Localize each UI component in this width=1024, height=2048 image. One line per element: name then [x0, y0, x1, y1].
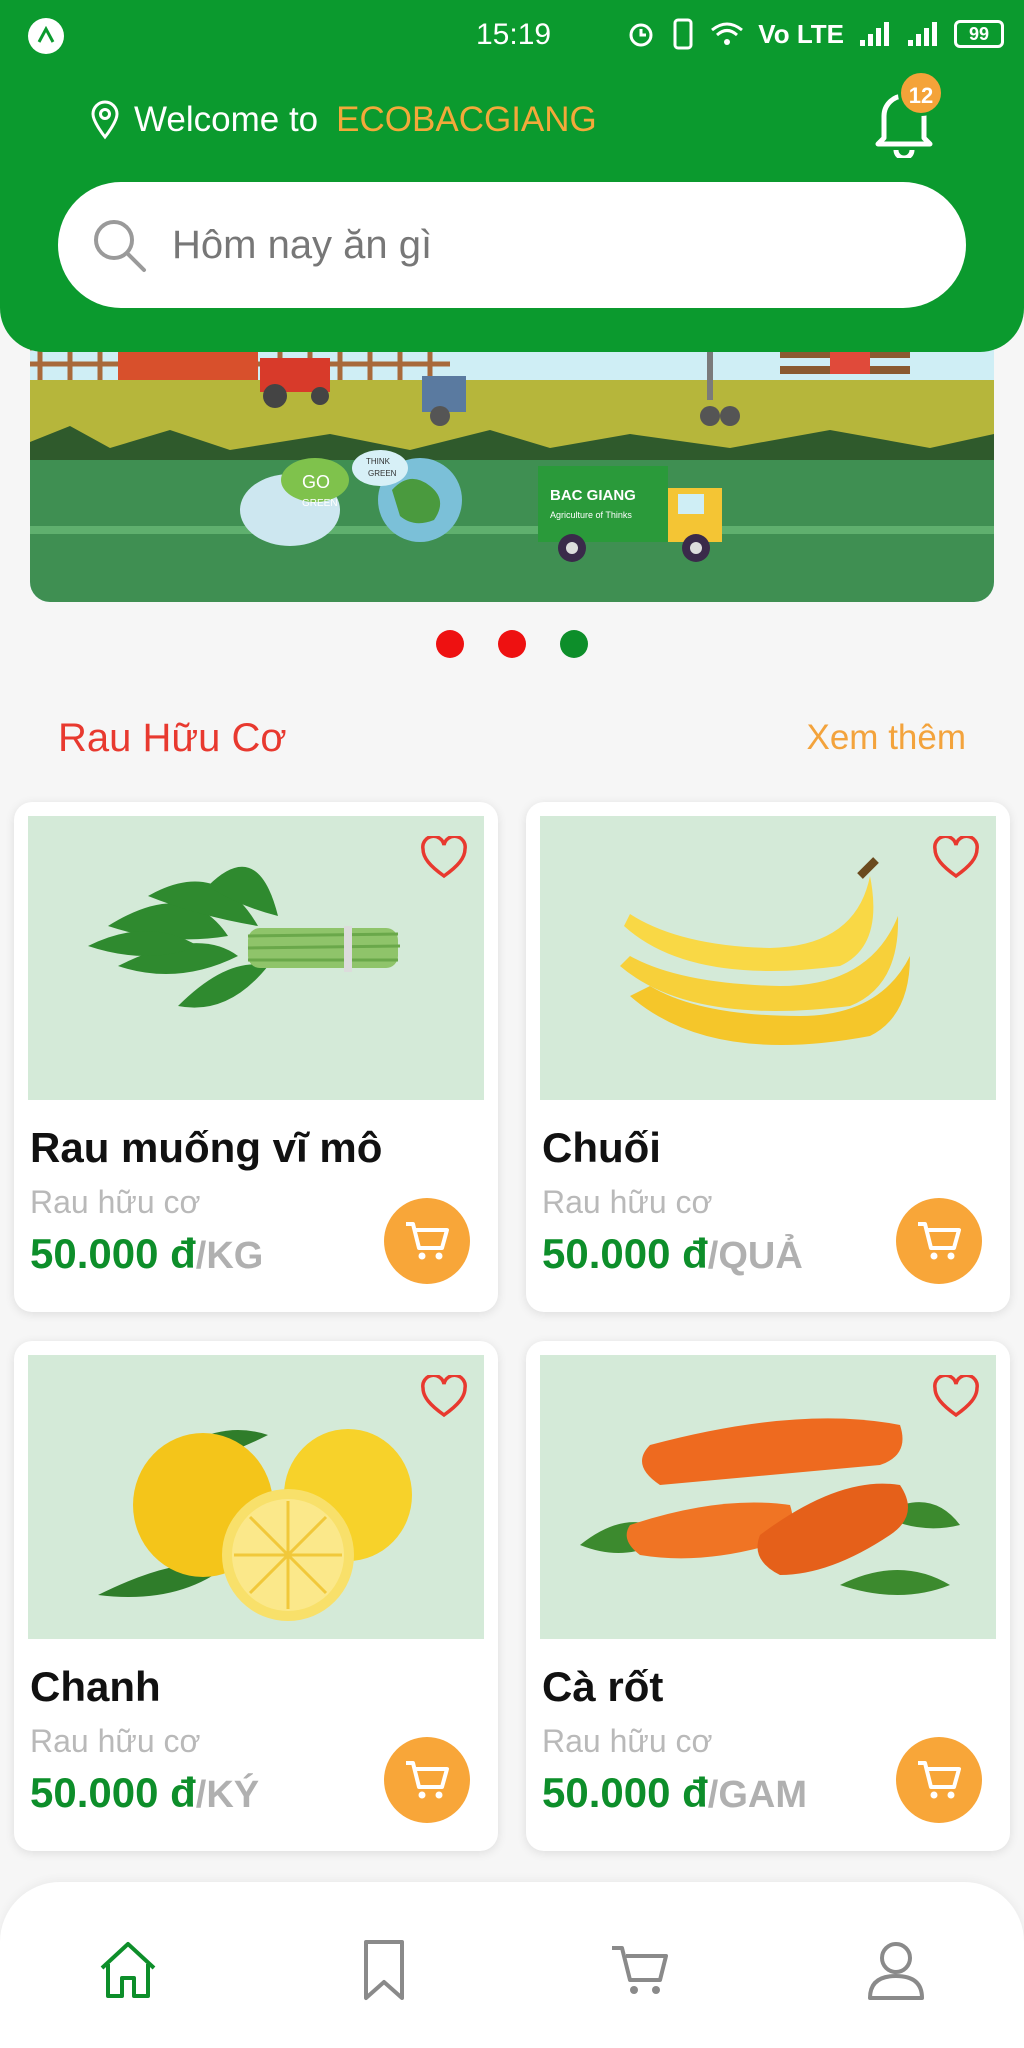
product-image-banana — [540, 816, 996, 1100]
heart-icon[interactable] — [932, 836, 980, 880]
product-price: 50.000 đ/GAM — [542, 1769, 807, 1817]
product-price: 50.000 đ/KÝ — [30, 1769, 259, 1817]
cart-icon — [918, 1761, 961, 1799]
price-unit: /QUẢ — [707, 1235, 803, 1277]
carousel-dot-3[interactable] — [560, 630, 588, 658]
product-price: 50.000 đ/QUẢ — [542, 1230, 803, 1278]
carousel-dots — [0, 630, 1024, 658]
carousel-dot-1[interactable] — [436, 630, 464, 658]
product-card[interactable]: Cà rốt Rau hữu cơ 50.000 đ/GAM — [526, 1341, 1010, 1851]
heart-icon[interactable] — [932, 1375, 980, 1419]
add-to-cart-button[interactable] — [896, 1737, 982, 1823]
product-category: Rau hữu cơ — [542, 1723, 713, 1759]
alarm-icon — [629, 23, 653, 47]
product-card[interactable]: Chuối Rau hữu cơ 50.000 đ/QUẢ — [526, 802, 1010, 1312]
cart-icon — [918, 1222, 961, 1260]
signal-icon-2 — [908, 22, 937, 46]
welcome-line: Welcome to ECOBACGIANG — [90, 100, 597, 140]
banner-green2-label: GREEN — [368, 469, 397, 478]
product-image-lemon — [28, 1355, 484, 1639]
search-bar[interactable] — [58, 182, 966, 308]
cart-icon — [406, 1761, 449, 1799]
add-to-cart-button[interactable] — [384, 1198, 470, 1284]
product-category: Rau hữu cơ — [30, 1723, 201, 1759]
price-unit: /KG — [195, 1235, 264, 1277]
app-header: 15:19 Vo LTE 99 Welcome to ECOBACGIANG 1… — [0, 0, 1024, 352]
heart-icon[interactable] — [420, 836, 468, 880]
home-icon[interactable] — [96, 1938, 160, 2002]
product-category: Rau hữu cơ — [542, 1184, 713, 1220]
banner-green-label: GREEN — [302, 498, 338, 509]
add-to-cart-button[interactable] — [384, 1737, 470, 1823]
brand-name: ECOBACGIANG — [336, 100, 597, 139]
product-category: Rau hữu cơ — [30, 1184, 201, 1220]
search-icon — [94, 220, 146, 272]
battery-indicator: 99 — [954, 20, 1004, 48]
product-price: 50.000 đ/KG — [30, 1230, 263, 1278]
cart-icon[interactable] — [608, 1938, 672, 2002]
banner-think-label: THINK — [366, 457, 391, 466]
carousel-dot-2[interactable] — [498, 630, 526, 658]
cart-icon — [406, 1222, 449, 1260]
product-card[interactable]: Rau muống vĩ mô Rau hữu cơ 50.000 đ/KG — [14, 802, 498, 1312]
price-value: 50.000 đ — [542, 1769, 708, 1816]
product-name: Chuối — [542, 1124, 661, 1171]
section-title: Rau Hữu Cơ — [58, 716, 287, 760]
bottom-navigation — [0, 1882, 1024, 2048]
app-notification-icon — [28, 18, 64, 54]
truck-title: BAC GIANG — [550, 487, 636, 504]
heart-icon[interactable] — [420, 1375, 468, 1419]
status-bar: 15:19 Vo LTE 99 — [0, 0, 1024, 72]
add-to-cart-button[interactable] — [896, 1198, 982, 1284]
price-value: 50.000 đ — [30, 1230, 196, 1277]
status-time: 15:19 — [476, 18, 552, 51]
product-card[interactable]: Chanh Rau hữu cơ 50.000 đ/KÝ — [14, 1341, 498, 1851]
product-name: Rau muống vĩ mô — [30, 1124, 383, 1171]
truck-subtitle: Agriculture of Thinks — [550, 510, 632, 520]
profile-icon[interactable] — [864, 1938, 928, 2002]
price-value: 50.000 đ — [30, 1769, 196, 1816]
product-name: Chanh — [30, 1663, 161, 1710]
price-value: 50.000 đ — [542, 1230, 708, 1277]
bookmark-icon[interactable] — [352, 1938, 416, 2002]
banner-go-label: GO — [302, 472, 330, 492]
network-type: Vo LTE — [758, 18, 844, 49]
signal-icon — [860, 22, 889, 46]
wifi-icon — [711, 22, 744, 45]
product-image-water-spinach — [28, 816, 484, 1100]
price-unit: /GAM — [707, 1774, 808, 1816]
product-name: Cà rốt — [542, 1663, 664, 1710]
welcome-text: Welcome to — [134, 100, 319, 139]
status-icons: Vo LTE 99 — [626, 18, 1004, 50]
farm-illustration: GO GREEN THINK GREEN BAC GIANG Agricultu… — [30, 330, 994, 602]
vibrate-icon — [673, 18, 693, 50]
see-more-link[interactable]: Xem thêm — [807, 718, 967, 758]
promo-banner[interactable]: GO GREEN THINK GREEN BAC GIANG Agricultu… — [30, 330, 994, 602]
search-input[interactable] — [172, 222, 872, 268]
product-image-carrot — [540, 1355, 996, 1639]
notification-badge: 12 — [898, 70, 944, 116]
price-unit: /KÝ — [195, 1774, 260, 1816]
location-pin-icon[interactable] — [90, 100, 120, 140]
